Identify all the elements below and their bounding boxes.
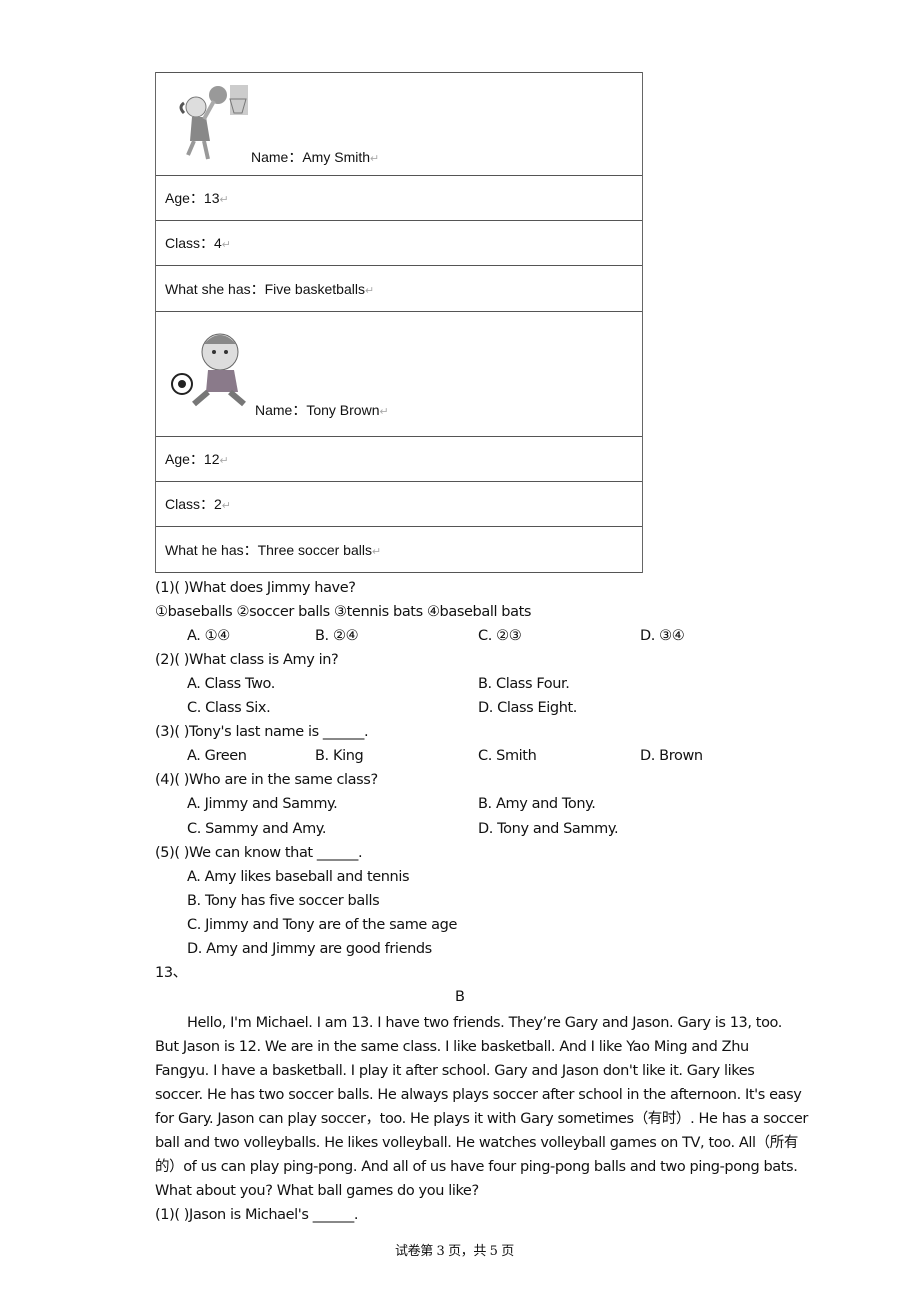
question-items: ①baseballs ②soccer balls ③tennis bats ④b…	[155, 604, 532, 620]
option: D. Tony and Sammy.	[478, 821, 619, 837]
option: A. Class Two.	[187, 676, 275, 692]
option: A. ①④	[187, 628, 230, 644]
option: B. ②④	[315, 628, 359, 644]
name-cell: Name：Tony Brown↵	[255, 402, 389, 418]
passage-line: soccer. He has two soccer balls. He alwa…	[155, 1087, 802, 1103]
passage-line: ball and two volleyballs. He likes volle…	[155, 1135, 798, 1151]
table-row: Class：4↵	[156, 220, 642, 265]
table-row: What he has：Three soccer balls↵	[156, 526, 642, 573]
option: C. Jimmy and Tony are of the same age	[187, 917, 457, 933]
option: D. Brown	[640, 748, 703, 764]
boy-soccer-picture	[171, 333, 246, 407]
option: C. Smith	[478, 748, 537, 764]
passage-title: B	[455, 989, 465, 1005]
table-row: Name：Amy Smith↵	[156, 72, 642, 175]
class-cell: Class：2↵	[165, 496, 232, 512]
option: C. Class Six.	[187, 700, 271, 716]
age-cell: Age：13↵	[165, 190, 229, 206]
option: C. Sammy and Amy.	[187, 821, 327, 837]
has-cell: What he has：Three soccer balls↵	[165, 542, 382, 558]
table-row: Class：2↵	[156, 481, 642, 526]
table-row: What she has：Five basketballs↵	[156, 265, 642, 311]
has-cell: What she has：Five basketballs↵	[165, 281, 375, 297]
option: A. Amy likes baseball and tennis	[187, 869, 410, 885]
table-row: Name：Tony Brown↵	[156, 311, 642, 436]
question-stem: (2)( )What class is Amy in?	[155, 652, 339, 668]
question-stem: (3)( )Tony's last name is ______.	[155, 724, 369, 740]
passage-line: Fangyu. I have a basketball. I play it a…	[155, 1063, 755, 1079]
table-row: Age：12↵	[156, 436, 642, 481]
question-stem: (4)( )Who are in the same class?	[155, 772, 378, 788]
option: B. Tony has five soccer balls	[187, 893, 380, 909]
page-footer: 试卷第 3 页，共 5 页	[395, 1244, 514, 1259]
section-number: 13、	[155, 965, 187, 981]
option: B. King	[315, 748, 364, 764]
student-info-table: Name：Amy Smith↵ Age：13↵ Class：4↵ What sh…	[155, 72, 643, 573]
girl-basketball-picture	[179, 85, 248, 160]
option: D. Class Eight.	[478, 700, 578, 716]
passage-line: for Gary. Jason can play soccer，too. He …	[155, 1111, 808, 1127]
option: A. Jimmy and Sammy.	[187, 796, 338, 812]
age-cell: Age：12↵	[165, 451, 229, 467]
question-stem: (1)( )What does Jimmy have?	[155, 580, 356, 596]
table-row: Age：13↵	[156, 175, 642, 220]
option: B. Amy and Tony.	[478, 796, 596, 812]
name-cell: Name：Amy Smith↵	[251, 149, 380, 165]
option: D. ③④	[640, 628, 685, 644]
exam-page: Name：Amy Smith↵ Age：13↵ Class：4↵ What sh…	[0, 0, 920, 1302]
option: A. Green	[187, 748, 247, 764]
question-stem: (1)( )Jason is Michael's ______.	[155, 1207, 359, 1223]
option: B. Class Four.	[478, 676, 570, 692]
class-cell: Class：4↵	[165, 235, 232, 251]
passage-line: 的）of us can play ping-pong. And all of u…	[155, 1159, 798, 1175]
option: C. ②③	[478, 628, 522, 644]
passage-line: But Jason is 12. We are in the same clas…	[155, 1039, 749, 1055]
option: D. Amy and Jimmy are good friends	[187, 941, 432, 957]
passage-line: What about you? What ball games do you l…	[155, 1183, 479, 1199]
passage-line: Hello, I'm Michael. I am 13. I have two …	[187, 1015, 782, 1031]
question-stem: (5)( )We can know that ______.	[155, 845, 363, 861]
